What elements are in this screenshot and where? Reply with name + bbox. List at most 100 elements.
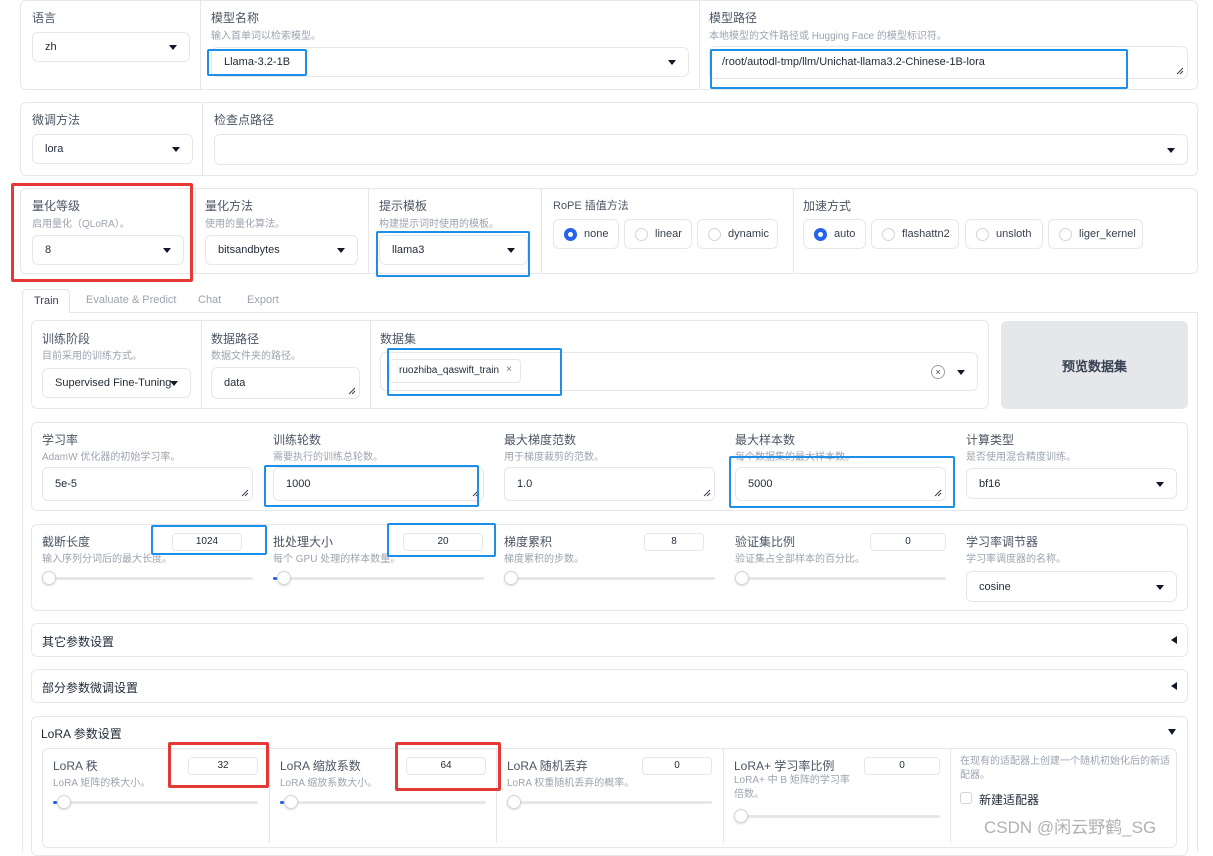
new-adapter-label: 新建适配器 (979, 793, 1040, 807)
quant-method-select[interactable]: bitsandbytes (205, 235, 358, 265)
cutoff-slider-track[interactable] (42, 577, 253, 580)
template-hint: 构建提示词时使用的模板。 (379, 219, 499, 230)
model-name-select[interactable]: Llama-3.2-1B (211, 47, 689, 77)
collapse-arrow-icon (1171, 682, 1177, 690)
lora-rank-number[interactable]: 32 (188, 757, 258, 775)
cutoff-slider-thumb[interactable] (42, 571, 56, 585)
max-samples-hint: 每个数据集的最大样本数。 (735, 452, 855, 463)
lora-alpha-slider-thumb[interactable] (284, 795, 299, 809)
model-path-input[interactable]: /root/autodl-tmp/llm/Unichat-llama3.2-Ch… (709, 46, 1188, 79)
lora-alpha-slider-track[interactable] (280, 801, 486, 804)
lora-plus-slider-thumb[interactable] (734, 809, 748, 823)
resize-grip-icon (348, 387, 356, 395)
chevron-down-icon (169, 45, 177, 50)
val-size-label: 验证集比例 (735, 535, 796, 549)
preview-dataset-button[interactable]: 预览数据集 (1001, 321, 1188, 409)
dataset-select[interactable]: ruozhiba_qaswift_train × × (380, 352, 978, 391)
lora-dropout-slider-track[interactable] (507, 801, 712, 804)
divider (699, 1, 700, 89)
tab-evaluate-predict[interactable]: Evaluate & Predict (86, 294, 177, 306)
lora-plus-number[interactable]: 0 (864, 757, 940, 775)
max-grad-label: 最大梯度范数 (504, 433, 577, 447)
finetune-label: 微调方法 (32, 113, 81, 127)
lr-input[interactable]: 5e-5 (42, 467, 253, 501)
accordion-other[interactable]: 其它参数设置 (31, 623, 1188, 657)
grad-accum-label: 梯度累积 (504, 535, 553, 549)
chevron-down-icon (507, 248, 515, 253)
grad-accum-slider-thumb[interactable] (504, 571, 518, 585)
batch-number[interactable]: 20 (403, 533, 483, 551)
lora-rank-slider-thumb[interactable] (57, 795, 72, 809)
lora-plus-hint: LoRA+ 中 B 矩阵的学习率倍数。 (734, 775, 850, 800)
chevron-down-icon (172, 147, 180, 152)
batch-hint: 每个 GPU 处理的样本数量。 (273, 554, 401, 565)
model-name-hint: 输入首单词以检索模型。 (211, 31, 321, 42)
chevron-down-icon (1156, 481, 1164, 487)
max-samples-input[interactable]: 5000 (735, 467, 946, 501)
epochs-input[interactable]: 1000 (273, 467, 484, 501)
divider (723, 749, 724, 843)
divider (370, 321, 371, 408)
chevron-down-icon (170, 381, 178, 386)
quant-level-label: 量化等级 (32, 199, 81, 213)
template-select[interactable]: llama3 (379, 235, 528, 265)
collapse-arrow-icon (1171, 636, 1177, 644)
compute-type-select[interactable]: bf16 (966, 468, 1177, 499)
lora-alpha-number[interactable]: 64 (406, 757, 486, 775)
cutoff-number[interactable]: 1024 (172, 533, 242, 551)
model-name-label: 模型名称 (211, 11, 260, 25)
new-adapter-checkbox[interactable] (960, 792, 972, 804)
lora-rank-slider-track[interactable] (53, 801, 258, 804)
boost-option-auto[interactable]: auto (803, 219, 866, 249)
language-select[interactable]: zh (32, 32, 190, 62)
lora-dropout-number[interactable]: 0 (642, 757, 712, 775)
rope-option-none[interactable]: none (553, 219, 619, 249)
batch-slider-track[interactable] (273, 577, 484, 580)
dataset-dir-input[interactable]: data (211, 367, 360, 399)
clear-icon[interactable]: × (931, 365, 945, 379)
expand-arrow-icon[interactable] (1168, 729, 1176, 735)
boost-option-liger-kernel[interactable]: liger_kernel (1048, 219, 1143, 249)
accordion-lora-title[interactable]: LoRA 参数设置 (41, 725, 122, 742)
radio-icon (882, 228, 895, 241)
grad-accum-slider-track[interactable] (504, 577, 715, 580)
chevron-down-icon (1167, 147, 1175, 153)
val-size-slider-thumb[interactable] (735, 571, 749, 585)
lora-dropout-label: LoRA 随机丢弃 (507, 759, 588, 773)
val-size-number[interactable]: 0 (870, 533, 946, 551)
lora-plus-slider-track[interactable] (734, 815, 940, 818)
divider (202, 103, 203, 175)
cutoff-label: 截断长度 (42, 535, 91, 549)
resize-grip-icon (472, 489, 480, 497)
radio-icon (708, 228, 721, 241)
resize-grip-icon (934, 489, 942, 497)
rope-option-dynamic[interactable]: dynamic (697, 219, 778, 249)
dataset-chip[interactable]: ruozhiba_qaswift_train × (389, 359, 521, 383)
boost-option-flashattn2[interactable]: flashattn2 (871, 219, 959, 249)
grad-accum-number[interactable]: 8 (644, 533, 704, 551)
tab-chat[interactable]: Chat (198, 294, 221, 306)
tab-export[interactable]: Export (247, 294, 279, 306)
radio-icon (1059, 228, 1072, 241)
finetune-select[interactable]: lora (32, 134, 193, 164)
rope-option-linear[interactable]: linear (624, 219, 692, 249)
divider (269, 749, 270, 843)
chevron-down-icon (337, 248, 345, 253)
quant-level-select[interactable]: 8 (32, 235, 184, 265)
lora-dropout-slider-thumb[interactable] (507, 795, 521, 809)
lora-plus-label: LoRA+ 学习率比例 (734, 759, 835, 773)
divider (950, 749, 951, 843)
scheduler-select[interactable]: cosine (966, 571, 1177, 602)
stage-select[interactable]: Supervised Fine-Tuning (42, 368, 191, 398)
val-size-slider-track[interactable] (735, 577, 946, 580)
rope-label: RoPE 插值方法 (553, 200, 629, 212)
checkpoint-select[interactable] (214, 134, 1188, 165)
boost-option-unsloth[interactable]: unsloth (965, 219, 1043, 249)
accordion-partial[interactable]: 部分参数微调设置 (31, 669, 1188, 703)
divider (195, 189, 196, 273)
divider (201, 321, 202, 408)
max-grad-input[interactable]: 1.0 (504, 467, 715, 501)
remove-chip-icon[interactable]: × (506, 364, 512, 375)
chevron-down-icon (668, 60, 676, 65)
tab-train[interactable]: Train (22, 289, 70, 313)
